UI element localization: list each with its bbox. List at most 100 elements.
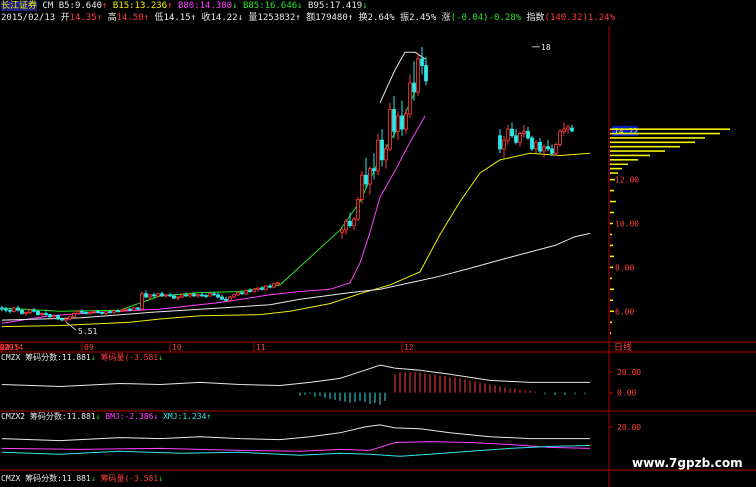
candle-body bbox=[172, 295, 176, 299]
y-tick-label: 8.00 bbox=[615, 263, 634, 272]
indicator-header-part: 筹码量( bbox=[100, 352, 129, 362]
indicator-header: CMZX 筹码分数:11.881↓ 筹码量(-3.581↓ bbox=[1, 352, 163, 362]
candle-body bbox=[348, 220, 352, 227]
candle-body bbox=[220, 296, 224, 300]
candle-body bbox=[420, 58, 424, 66]
candle-body bbox=[216, 294, 220, 298]
candle-body bbox=[522, 130, 526, 134]
x-tick-label: 02 bbox=[0, 343, 10, 352]
candle-body bbox=[84, 311, 88, 314]
candle-body bbox=[60, 318, 64, 321]
candle-body bbox=[196, 294, 200, 297]
indicator-header-part: CMZX bbox=[1, 353, 25, 362]
candle-body bbox=[104, 311, 108, 314]
candle-body bbox=[272, 283, 276, 288]
candle-body bbox=[562, 128, 566, 132]
candle-body bbox=[124, 308, 128, 311]
candle-body bbox=[0, 307, 4, 310]
candle-body bbox=[72, 313, 76, 318]
candle-body bbox=[392, 108, 396, 132]
candle-body bbox=[276, 282, 280, 285]
candle-body bbox=[510, 128, 514, 137]
candle-body bbox=[228, 296, 232, 301]
candle-body bbox=[240, 292, 244, 295]
candle-body bbox=[502, 139, 506, 150]
candle-body bbox=[116, 310, 120, 313]
candle-body bbox=[52, 315, 56, 318]
indicator-header: CMZX 筹码分数:11.881↓ 筹码量(-3.581↓ bbox=[1, 473, 163, 483]
candle-body bbox=[248, 290, 252, 292]
candle-body bbox=[140, 293, 144, 310]
candle-body bbox=[526, 130, 530, 139]
indicator1-line bbox=[1, 364, 590, 388]
candle-body bbox=[506, 128, 510, 141]
indicator-header-part: ↓ bbox=[158, 474, 163, 483]
candle-body bbox=[424, 65, 428, 82]
candle-body bbox=[204, 295, 208, 297]
indicator-header-part: CMZX2 bbox=[1, 412, 30, 421]
candle-body bbox=[48, 314, 52, 318]
low-annotation-leader bbox=[65, 321, 77, 331]
candle-body bbox=[260, 287, 264, 290]
current-price-label: 14.22 bbox=[614, 127, 638, 136]
candle-body bbox=[76, 310, 80, 314]
candle-body bbox=[530, 137, 534, 150]
candle-body bbox=[16, 307, 20, 311]
candle-body bbox=[412, 82, 416, 93]
indicator2-header-part: XMJ:1.234 bbox=[163, 412, 207, 421]
candle-body bbox=[24, 311, 28, 314]
indicator-header-part: 筹码量( bbox=[100, 473, 129, 483]
candle-body bbox=[558, 130, 562, 145]
candle-body bbox=[188, 293, 192, 297]
candle-body bbox=[498, 135, 502, 150]
indicator-header-part: -3.581 bbox=[129, 474, 158, 483]
indicator-header-part: 筹码分数:11.881 bbox=[25, 352, 91, 362]
candle-body bbox=[108, 311, 112, 314]
candle-body bbox=[44, 313, 48, 315]
candle-body bbox=[396, 115, 400, 132]
y-tick-label: 12.00 bbox=[615, 176, 639, 185]
ma-line-b95 bbox=[1, 232, 591, 321]
indicator-header-part: 筹码分数:11.881 bbox=[30, 411, 96, 421]
indicator2-y-label: 20.00 bbox=[617, 423, 641, 432]
candle-body bbox=[360, 174, 364, 200]
indicator-header-part: ↓ bbox=[91, 353, 101, 362]
candle-body bbox=[40, 313, 44, 315]
candle-body bbox=[36, 310, 40, 315]
candle-body bbox=[416, 58, 420, 93]
candle-body bbox=[400, 115, 404, 130]
candle-body bbox=[372, 168, 376, 172]
candle-body bbox=[152, 294, 156, 297]
candle-body bbox=[68, 316, 72, 320]
candle-body bbox=[232, 294, 236, 298]
candle-body bbox=[32, 309, 36, 312]
candle-body bbox=[224, 298, 228, 301]
candle-body bbox=[20, 309, 24, 314]
candle-body bbox=[518, 133, 522, 143]
candle-body bbox=[356, 198, 360, 220]
candle-body bbox=[100, 311, 104, 314]
candle-body bbox=[542, 146, 546, 152]
x-tick-label: 11 bbox=[256, 343, 266, 352]
candle-body bbox=[388, 108, 392, 150]
candle-body bbox=[164, 294, 168, 297]
indicator1-y-label: 20.00 bbox=[617, 368, 641, 377]
candle-body bbox=[132, 307, 136, 311]
candle-body bbox=[80, 310, 84, 313]
candle-body bbox=[376, 139, 380, 172]
candle-body bbox=[168, 294, 172, 297]
indicator-header-part: ↓ bbox=[96, 412, 106, 421]
indicator-header-part: -3.581 bbox=[129, 353, 158, 362]
indicator2-header-part: BMJ:-2.386 bbox=[105, 412, 153, 421]
indicator2-line bbox=[1, 424, 590, 442]
candle-body bbox=[252, 288, 256, 292]
x-tick-label: 09 bbox=[84, 343, 94, 352]
stock-chart[interactable]: 14.2212.0010.008.006.002014 09 10 11 1220150… bbox=[0, 0, 756, 487]
candle-body bbox=[120, 309, 124, 312]
x-tick-label: 10 bbox=[172, 343, 182, 352]
candle-body bbox=[96, 310, 100, 313]
period-label: 日线 bbox=[614, 341, 632, 353]
indicator-header-part: ↓ bbox=[158, 353, 163, 362]
candle-body bbox=[256, 287, 260, 290]
indicator-header-part: CMZX bbox=[1, 474, 25, 483]
